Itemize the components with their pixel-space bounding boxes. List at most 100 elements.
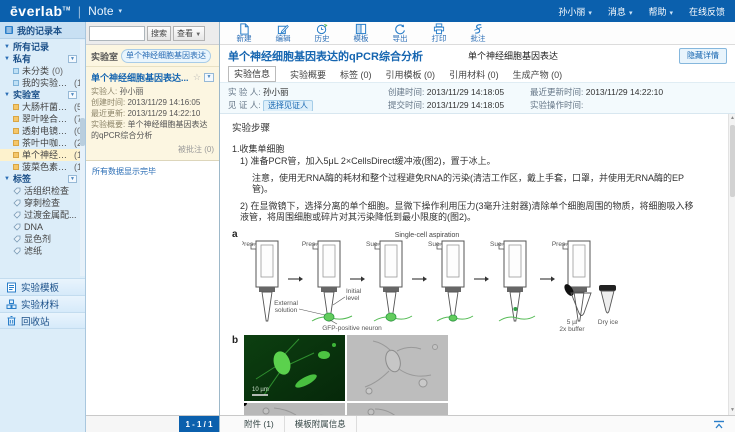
tool-label: 模板 bbox=[354, 35, 369, 43]
entry-title-link[interactable]: 单个神经细胞基因表达... bbox=[91, 71, 189, 84]
scroll-up-arrow[interactable]: ▲ bbox=[729, 114, 735, 123]
select-witness-button[interactable]: 选择见证人 bbox=[263, 100, 313, 111]
sidebar-scrollbar[interactable] bbox=[80, 40, 85, 276]
tab-experiment-info[interactable]: 实验信息 bbox=[228, 66, 276, 82]
edit-button[interactable]: 编辑 bbox=[271, 23, 295, 43]
sidebar-item-private[interactable]: ▼私有▼ bbox=[0, 53, 85, 65]
notebook-square-icon bbox=[13, 164, 19, 170]
view-dropdown-button[interactable]: 查看 ▼ bbox=[173, 26, 205, 41]
search-bar: 搜索 查看 ▼ bbox=[86, 22, 219, 45]
annotation-count[interactable]: 被批注 (0) bbox=[91, 144, 214, 155]
info-value: 孙小丽 bbox=[263, 87, 289, 97]
tab-tags[interactable]: 标签 (0) bbox=[340, 68, 372, 81]
dropdown-box-icon[interactable]: ▼ bbox=[68, 91, 77, 99]
sidebar-item-single-neuron[interactable]: 单个神经细...(1) bbox=[0, 149, 85, 161]
experiment-content: 实验步骤 1.收集单细胞 1) 准备PCR管，加入5μL 2×CellsDire… bbox=[220, 114, 735, 415]
sidebar-item-materials[interactable]: 实验材料 bbox=[0, 295, 86, 312]
sidebar-item-tea-caffeine[interactable]: 茶叶中咖啡...(2) bbox=[0, 137, 85, 149]
template-doc-icon bbox=[6, 282, 17, 293]
messages-menu[interactable]: 消息▾ bbox=[608, 5, 633, 18]
messages-chevron-down-icon: ▾ bbox=[629, 10, 633, 17]
item-label: 大肠杆菌电... bbox=[22, 101, 71, 113]
item-label: 活组织检查 bbox=[24, 185, 69, 197]
tab-summary[interactable]: 实验概要 bbox=[290, 68, 326, 81]
item-label: 滤纸 bbox=[24, 245, 42, 257]
entry-menu-dropdown-icon[interactable]: ▼ bbox=[204, 73, 214, 82]
breadcrumb-entry-chip[interactable]: 单个神经细胞基因表达 bbox=[121, 49, 211, 63]
annotate-button[interactable]: 批注 bbox=[466, 23, 490, 43]
step-note-text: 注意，使用无RNA酶的耗材和整个过程避免RNA的污染(清洁工作区，戴上手套，口罩… bbox=[232, 173, 692, 195]
help-label: 帮助 bbox=[648, 7, 666, 17]
export-button[interactable]: 导出 bbox=[388, 23, 412, 43]
search-button[interactable]: 搜索 bbox=[147, 26, 171, 41]
help-menu[interactable]: 帮助▾ bbox=[648, 5, 673, 18]
sidebar-item-uncategorized[interactable]: 未分类(0) bbox=[0, 65, 85, 77]
tag-item-chromogen[interactable]: 显色剂 bbox=[0, 233, 85, 245]
info-label: 最近更新时间: bbox=[530, 87, 583, 97]
messages-label: 消息 bbox=[608, 7, 626, 17]
sidebar-item-templates[interactable]: 实验模板 bbox=[0, 278, 86, 295]
attachments-tab[interactable]: 附件 (1) bbox=[220, 416, 285, 432]
hide-details-button[interactable]: 隐藏详情 bbox=[679, 48, 727, 64]
sidebar-item-recycle-bin[interactable]: 回收站 bbox=[0, 312, 86, 329]
help-chevron-down-icon: ▾ bbox=[669, 10, 673, 17]
gfp-fluorescence-image: 10 µm bbox=[244, 335, 345, 401]
logo-tm: TM bbox=[63, 6, 71, 12]
pipette-label: Suc. bbox=[490, 241, 503, 248]
sidebar-scroll-thumb[interactable] bbox=[80, 118, 85, 146]
tab-products[interactable]: 生成产物 (0) bbox=[513, 68, 563, 81]
tag-item-dna[interactable]: DNA bbox=[0, 221, 85, 233]
sidebar-item-ecoli[interactable]: 大肠杆菌电...(5) bbox=[0, 101, 85, 113]
entry-card[interactable]: 单个神经细胞基因表达... ☆ ▼ 实验人: 孙小丽 创建时间: 2013/11… bbox=[86, 66, 219, 160]
everlab-logo[interactable]: ēverlabTM bbox=[10, 3, 71, 19]
content-scrollbar[interactable]: ▲ ▼ bbox=[728, 114, 735, 415]
user-menu[interactable]: 孙小丽▾ bbox=[558, 5, 592, 18]
sidebar-item-synthesis[interactable]: 翠叶唑合成...(7) bbox=[0, 113, 85, 125]
collapse-panel-icon[interactable] bbox=[713, 420, 725, 429]
tab-ref-materials[interactable]: 引用材料 (0) bbox=[449, 68, 499, 81]
notebook-square-icon bbox=[13, 104, 19, 110]
panel-a-label: a bbox=[232, 229, 238, 240]
item-label: 单个神经细... bbox=[22, 149, 71, 161]
tab-ref-templates[interactable]: 引用模板 (0) bbox=[386, 68, 436, 81]
dropdown-box-icon[interactable]: ▼ bbox=[68, 55, 77, 63]
breadcrumb: 实验室 单个神经细胞基因表达 bbox=[86, 45, 219, 66]
dry-ice-label: Dry ice bbox=[597, 319, 618, 326]
product-chevron-down-icon[interactable]: ▾ bbox=[119, 7, 123, 15]
scroll-down-arrow[interactable]: ▼ bbox=[729, 406, 735, 415]
triangle-down-icon: ▼ bbox=[4, 53, 10, 65]
feedback-link[interactable]: 在线反馈 bbox=[689, 5, 725, 18]
tag-item-puncture[interactable]: 穿刺检查 bbox=[0, 197, 85, 209]
pagination-indicator[interactable]: 1 - 1 / 1 bbox=[179, 416, 219, 432]
search-input[interactable] bbox=[89, 26, 145, 41]
sidebar-item-tem[interactable]: 透射电镜小...(0) bbox=[0, 125, 85, 137]
template-button[interactable]: 模板 bbox=[349, 23, 373, 43]
materials-icon bbox=[6, 299, 17, 310]
tag-item-biopsy[interactable]: 活组织检查 bbox=[0, 185, 85, 197]
sidebar-item-spinach-pigment[interactable]: 菠菜色素的...(1) bbox=[0, 161, 85, 173]
trash-icon bbox=[6, 315, 17, 326]
star-icon[interactable]: ☆ bbox=[193, 72, 201, 83]
item-label: 菠菜色素的... bbox=[22, 161, 71, 173]
scalebar-label: 10 µm bbox=[252, 387, 269, 393]
figure-panel-a: a Single-cell aspiration bbox=[232, 229, 719, 333]
item-label: 透射电镜小... bbox=[22, 125, 71, 137]
dropdown-box-icon[interactable]: ▼ bbox=[68, 175, 77, 183]
sidebar-item-my-experiments[interactable]: 我的实验记...(1) bbox=[0, 77, 85, 89]
field-label: 实验人: bbox=[91, 87, 117, 96]
notebook-square-icon bbox=[13, 68, 19, 74]
everlab-note-app: ēverlabTM | Note ▾ 孙小丽▾ 消息▾ 帮助▾ 在线反馈 我的记… bbox=[0, 0, 735, 432]
template-info-tab[interactable]: 模板附属信息 bbox=[285, 416, 357, 432]
sidebar-item-all-records[interactable]: ▼所有记录 bbox=[0, 41, 85, 53]
print-button[interactable]: 打印 bbox=[427, 23, 451, 43]
tag-item-transition-metal[interactable]: 过渡金属配... bbox=[0, 209, 85, 221]
scroll-thumb[interactable] bbox=[730, 125, 735, 197]
tag-item-filter-paper[interactable]: 滤纸 bbox=[0, 245, 85, 257]
external-solution-label-2: solution bbox=[274, 307, 297, 314]
sidebar-item-lab[interactable]: ▼实验室▼ bbox=[0, 89, 85, 101]
user-name: 孙小丽 bbox=[558, 7, 585, 17]
sidebar-item-tags[interactable]: ▼标签▼ bbox=[0, 173, 85, 185]
history-button[interactable]: 历史 bbox=[310, 23, 334, 43]
new-button[interactable]: 新建 bbox=[232, 23, 256, 43]
item-count: (0) bbox=[52, 65, 63, 77]
